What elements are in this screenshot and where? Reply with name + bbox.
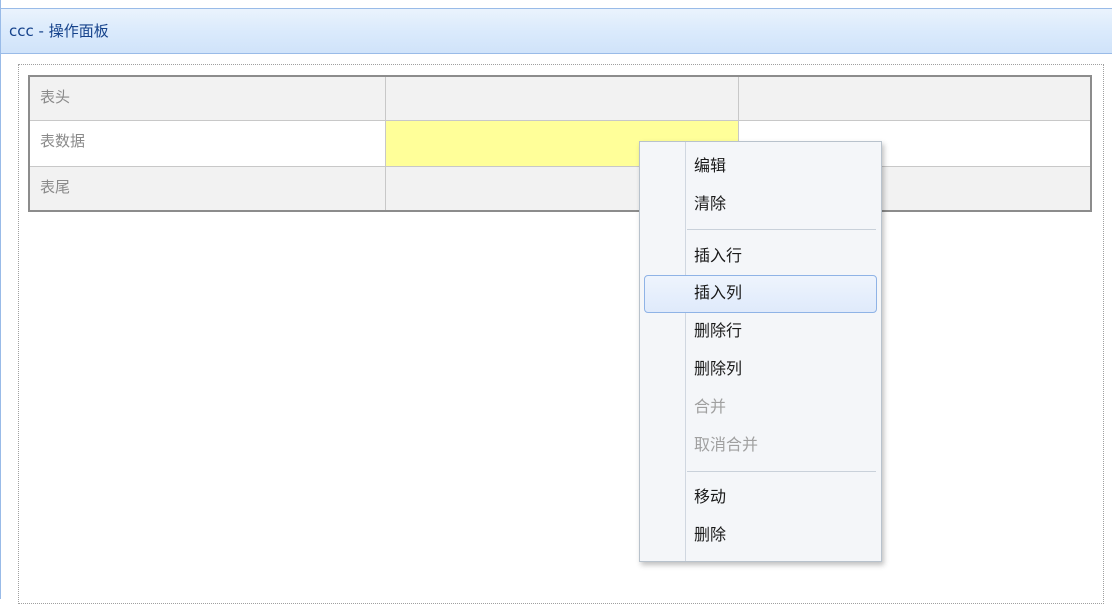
menu-item-label: 编辑 xyxy=(694,156,727,175)
menu-item-delete[interactable]: 删除 xyxy=(644,517,877,555)
menu-item-label: 移动 xyxy=(694,487,727,506)
menu-item-insert-row[interactable]: 插入行 xyxy=(644,238,877,276)
menu-separator xyxy=(687,471,876,472)
table-cell[interactable]: 表数据 xyxy=(30,121,386,166)
table-cell[interactable]: 表尾 xyxy=(30,167,386,210)
menu-item-label: 取消合并 xyxy=(694,435,759,454)
table-cell[interactable] xyxy=(739,77,1090,120)
menu-separator xyxy=(687,229,876,230)
context-menu: 编辑 清除 插入行 插入列 删除行 删除列 合并 取消合并 移动 删除 xyxy=(639,141,882,562)
panel-header: ccc - 操作面板 xyxy=(1,8,1112,54)
table-cell[interactable] xyxy=(386,77,739,120)
menu-item-clear[interactable]: 清除 xyxy=(644,186,877,224)
table-row-data: 表数据 xyxy=(30,121,1090,167)
menu-item-label: 合并 xyxy=(694,397,727,416)
menu-item-label: 删除列 xyxy=(694,359,743,378)
panel-title: ccc - 操作面板 xyxy=(9,22,109,40)
operation-panel: ccc - 操作面板 表头 表数据 表尾 编辑 清除 插入行 插入列 删除行 删… xyxy=(0,0,1112,604)
menu-item-unmerge: 取消合并 xyxy=(644,427,877,465)
menu-item-edit[interactable]: 编辑 xyxy=(644,148,877,186)
menu-item-label: 删除行 xyxy=(694,321,743,340)
menu-item-label: 清除 xyxy=(694,194,727,213)
menu-item-insert-column[interactable]: 插入列 xyxy=(644,275,877,313)
table-row-header: 表头 xyxy=(30,77,1090,121)
menu-item-delete-column[interactable]: 删除列 xyxy=(644,351,877,389)
menu-item-label: 插入列 xyxy=(694,283,743,302)
menu-item-label: 插入行 xyxy=(694,246,743,265)
table-cell[interactable]: 表头 xyxy=(30,77,386,120)
menu-item-label: 删除 xyxy=(694,525,727,544)
menu-item-move[interactable]: 移动 xyxy=(644,479,877,517)
menu-item-delete-row[interactable]: 删除行 xyxy=(644,313,877,351)
table-grid: 表头 表数据 表尾 xyxy=(28,75,1092,212)
table-row-footer: 表尾 xyxy=(30,167,1090,210)
menu-item-merge: 合并 xyxy=(644,389,877,427)
